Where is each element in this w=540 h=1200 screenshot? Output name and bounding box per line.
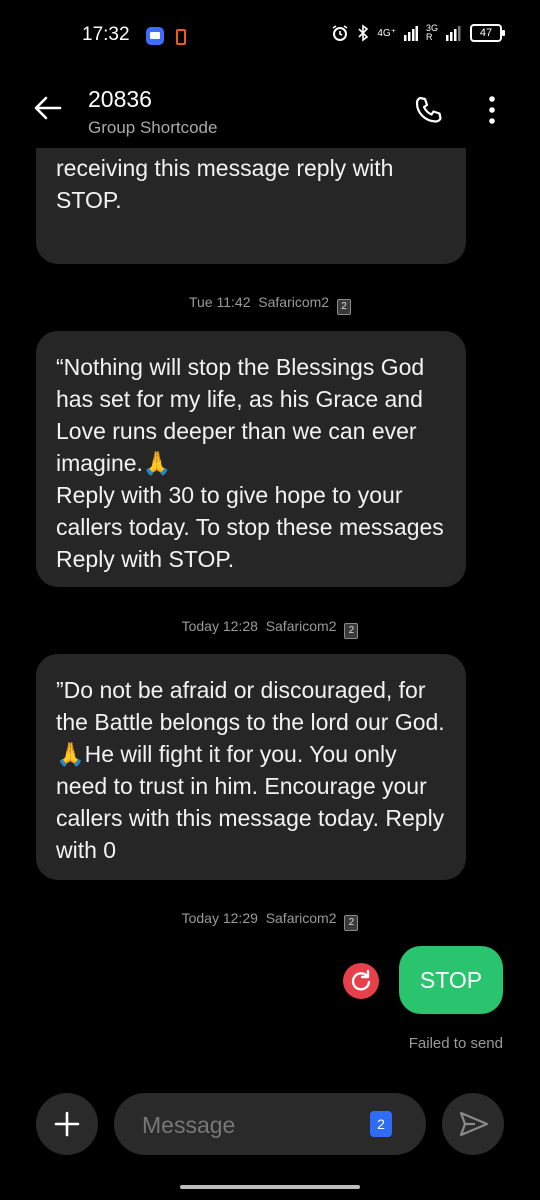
signal-icon-2 bbox=[446, 26, 461, 41]
send-icon bbox=[459, 1111, 489, 1137]
battery-icon: 47 bbox=[470, 24, 505, 42]
bluetooth-icon bbox=[358, 24, 369, 42]
message-timestamp: Tue 11:42 Safaricom2 2 bbox=[0, 294, 540, 315]
sim-carrier: Safaricom2 bbox=[265, 910, 337, 926]
retry-button[interactable] bbox=[343, 963, 379, 999]
home-indicator[interactable] bbox=[180, 1185, 360, 1189]
status-time: 17:32 bbox=[82, 24, 130, 45]
message-bubble[interactable]: “Nothing will stop the Blessings God has… bbox=[36, 331, 466, 587]
roaming-label: R bbox=[425, 32, 433, 42]
sim-select-button[interactable]: 2 bbox=[370, 1111, 392, 1137]
message-text: receiving this message reply with STOP. bbox=[56, 155, 394, 213]
plus-icon bbox=[54, 1111, 80, 1137]
status-icons: 4G⁺ 3G R 47 bbox=[331, 24, 505, 42]
contact-title: 20836 bbox=[88, 86, 152, 112]
sim-icon: 2 bbox=[336, 299, 351, 315]
timestamp-text: Tue 11:42 bbox=[189, 294, 251, 310]
message-timestamp: Today 12:29 Safaricom2 2 bbox=[0, 910, 540, 931]
refresh-icon bbox=[351, 969, 371, 991]
message-text: “Nothing will stop the Blessings God has… bbox=[56, 354, 444, 572]
sim-icon: 2 bbox=[344, 915, 359, 931]
message-composer: 2 bbox=[114, 1093, 426, 1155]
app-notification-icon-2 bbox=[176, 29, 186, 45]
header-overlay: 20836 Group Shortcode bbox=[0, 72, 540, 148]
timestamp-text: Today 12:29 bbox=[181, 910, 258, 926]
send-status: Failed to send bbox=[408, 1035, 503, 1052]
app-notification-icon bbox=[146, 27, 164, 45]
phone-call-icon[interactable] bbox=[412, 94, 444, 126]
message-text: ”Do not be afraid or discouraged, for th… bbox=[56, 677, 445, 863]
more-options-icon[interactable] bbox=[478, 92, 506, 128]
contact-subtitle: Group Shortcode bbox=[88, 118, 218, 137]
outgoing-message-bubble[interactable]: STOP bbox=[399, 946, 503, 1014]
signal-icon bbox=[403, 26, 418, 41]
back-arrow-icon[interactable] bbox=[30, 90, 66, 126]
sim-icon: 2 bbox=[344, 623, 359, 639]
message-input[interactable] bbox=[140, 1106, 354, 1144]
alarm-icon bbox=[332, 25, 348, 41]
network-4g-label: 4G⁺ bbox=[377, 27, 396, 39]
message-timestamp: Today 12:28 Safaricom2 2 bbox=[0, 618, 540, 639]
message-bubble[interactable]: ”Do not be afraid or discouraged, for th… bbox=[36, 654, 466, 880]
status-bar: 17:32 4G⁺ 3G R 47 bbox=[0, 0, 540, 72]
sim-carrier: Safaricom2 bbox=[265, 618, 337, 634]
send-button[interactable] bbox=[442, 1093, 504, 1155]
add-attachment-button[interactable] bbox=[36, 1093, 98, 1155]
timestamp-text: Today 12:28 bbox=[181, 618, 258, 634]
sim-carrier: Safaricom2 bbox=[258, 294, 330, 310]
